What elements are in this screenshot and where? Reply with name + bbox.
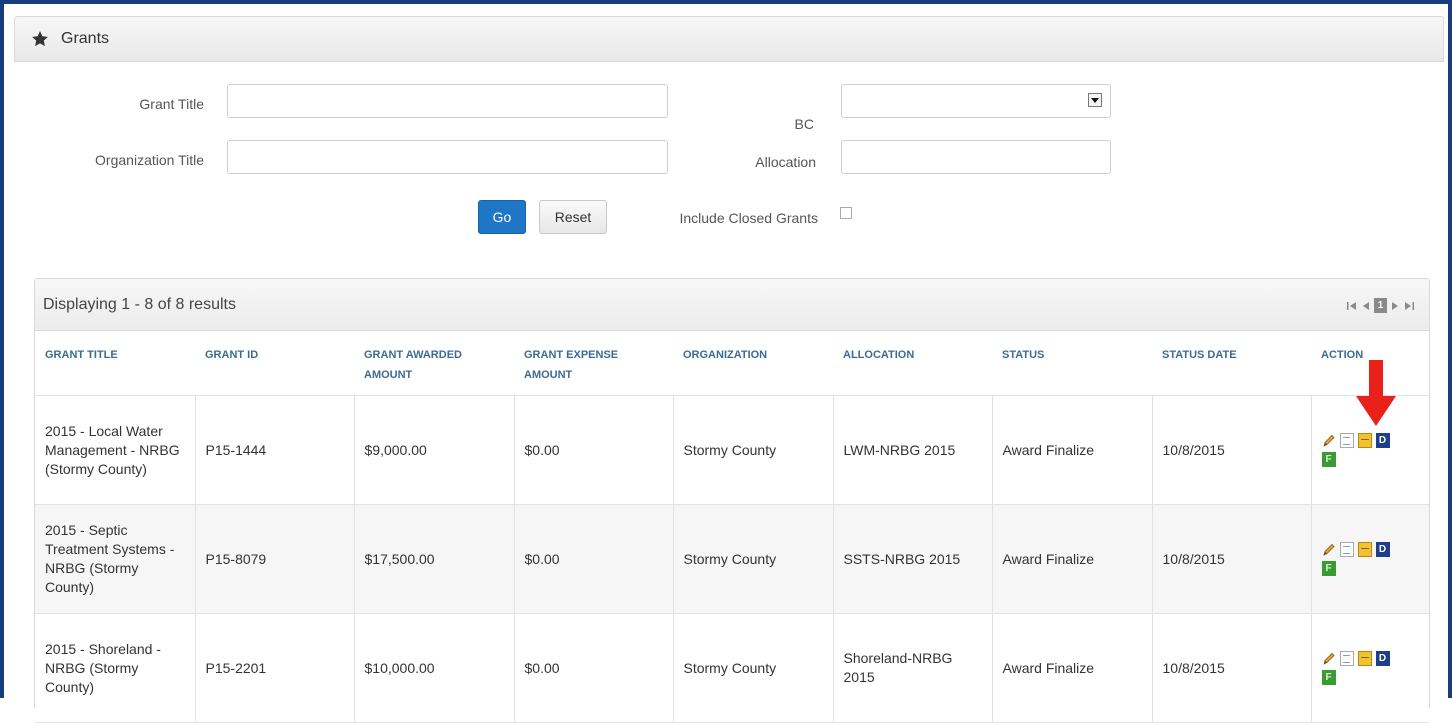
organization-title-input[interactable] <box>227 140 668 174</box>
note-icon[interactable] <box>1357 433 1372 448</box>
cell-grant-id: P15-1444 <box>195 395 355 505</box>
column-header-status[interactable]: STATUS <box>992 331 1152 396</box>
cell-status: Award Finalize <box>992 395 1153 505</box>
column-header-expense-amount[interactable]: GRANT EXPENSE AMOUNT <box>514 331 673 396</box>
cell-status: Award Finalize <box>992 504 1153 614</box>
cell-organization: Stormy County <box>673 613 834 723</box>
document-icon[interactable] <box>1339 433 1354 448</box>
note-icon[interactable] <box>1357 651 1372 666</box>
bc-select[interactable] <box>841 84 1111 118</box>
cell-awarded-amount: $9,000.00 <box>354 395 515 505</box>
cell-expense-amount: $0.00 <box>514 504 674 614</box>
note-icon[interactable] <box>1357 542 1372 557</box>
cell-status: Award Finalize <box>992 613 1153 723</box>
column-header-allocation[interactable]: ALLOCATION <box>833 331 992 396</box>
include-closed-grants-checkbox[interactable] <box>840 207 852 219</box>
table-row: 2015 - Shoreland - NRBG (Stormy County) … <box>35 613 1429 723</box>
d-action-button[interactable]: D <box>1375 542 1390 557</box>
d-action-button[interactable]: D <box>1375 433 1390 448</box>
table-row: 2015 - Septic Treatment Systems - NRBG (… <box>35 504 1429 614</box>
cell-allocation: SSTS-NRBG 2015 <box>833 504 993 614</box>
cell-status-date: 10/8/2015 <box>1152 395 1312 505</box>
cell-awarded-amount: $17,500.00 <box>354 504 515 614</box>
cell-allocation: LWM-NRBG 2015 <box>833 395 993 505</box>
chevron-down-icon[interactable] <box>1088 93 1102 107</box>
column-header-organization[interactable]: ORGANIZATION <box>673 331 833 396</box>
organization-title-label: Organization Title <box>95 152 204 168</box>
column-header-status-date[interactable]: STATUS DATE <box>1152 331 1311 396</box>
cell-grant-title: 2015 - Shoreland - NRBG (Stormy County) <box>35 613 196 723</box>
pager: 1 <box>1346 298 1415 313</box>
cell-expense-amount: $0.00 <box>514 613 674 723</box>
column-header-awarded-amount[interactable]: GRANT AWARDED AMOUNT <box>354 331 514 396</box>
cell-grant-id: P15-8079 <box>195 504 355 614</box>
cell-awarded-amount: $10,000.00 <box>354 613 515 723</box>
grant-title-input[interactable] <box>227 84 668 118</box>
app-frame: Grants Grant Title BC Organization Title… <box>0 0 1452 723</box>
d-action-button[interactable]: D <box>1375 651 1390 666</box>
table-row: 2015 - Local Water Management - NRBG (St… <box>35 395 1429 505</box>
document-icon[interactable] <box>1339 651 1354 666</box>
cell-actions: D F <box>1311 504 1429 614</box>
red-down-arrow-icon <box>1356 360 1396 426</box>
cell-grant-id: P15-2201 <box>195 613 355 723</box>
column-header-grant-id[interactable]: GRANT ID <box>195 331 354 396</box>
grants-table: GRANT TITLE GRANT ID GRANT AWARDED AMOUN… <box>35 331 1429 723</box>
grant-title-label: Grant Title <box>139 96 204 112</box>
cell-organization: Stormy County <box>673 395 834 505</box>
f-action-button[interactable]: F <box>1321 670 1336 685</box>
f-action-button[interactable]: F <box>1321 452 1336 467</box>
results-header: Displaying 1 - 8 of 8 results 1 <box>35 279 1429 331</box>
results-summary: Displaying 1 - 8 of 8 results <box>43 295 236 313</box>
cell-allocation: Shoreland-NRBG 2015 <box>833 613 993 723</box>
cell-status-date: 10/8/2015 <box>1152 613 1312 723</box>
f-action-button[interactable]: F <box>1321 561 1336 576</box>
cell-organization: Stormy County <box>673 504 834 614</box>
allocation-label: Allocation <box>755 154 816 170</box>
edit-pencil-icon[interactable] <box>1322 542 1336 557</box>
allocation-input[interactable] <box>841 140 1111 174</box>
edit-pencil-icon[interactable] <box>1322 651 1336 666</box>
page-title: Grants <box>61 30 110 47</box>
include-closed-grants-label: Include Closed Grants <box>679 210 818 226</box>
reset-button[interactable]: Reset <box>539 200 607 234</box>
next-page-icon[interactable] <box>1391 301 1399 311</box>
first-page-icon[interactable] <box>1346 301 1358 311</box>
cell-expense-amount: $0.00 <box>514 395 674 505</box>
bc-label: BC <box>794 116 814 132</box>
table-header-row: GRANT TITLE GRANT ID GRANT AWARDED AMOUN… <box>35 331 1429 396</box>
star-icon <box>32 31 48 47</box>
current-page[interactable]: 1 <box>1374 298 1387 313</box>
column-header-grant-title[interactable]: GRANT TITLE <box>35 331 195 396</box>
results-panel: Displaying 1 - 8 of 8 results 1 GRANT TI… <box>34 278 1430 723</box>
edit-pencil-icon[interactable] <box>1322 433 1336 448</box>
last-page-icon[interactable] <box>1403 301 1415 311</box>
go-button[interactable]: Go <box>478 200 526 234</box>
cell-grant-title: 2015 - Local Water Management - NRBG (St… <box>35 395 196 505</box>
document-icon[interactable] <box>1339 542 1354 557</box>
cell-status-date: 10/8/2015 <box>1152 504 1312 614</box>
cell-grant-title: 2015 - Septic Treatment Systems - NRBG (… <box>35 504 196 614</box>
prev-page-icon[interactable] <box>1362 301 1370 311</box>
panel-header: Grants <box>14 16 1444 62</box>
cell-actions: D F <box>1311 613 1429 723</box>
